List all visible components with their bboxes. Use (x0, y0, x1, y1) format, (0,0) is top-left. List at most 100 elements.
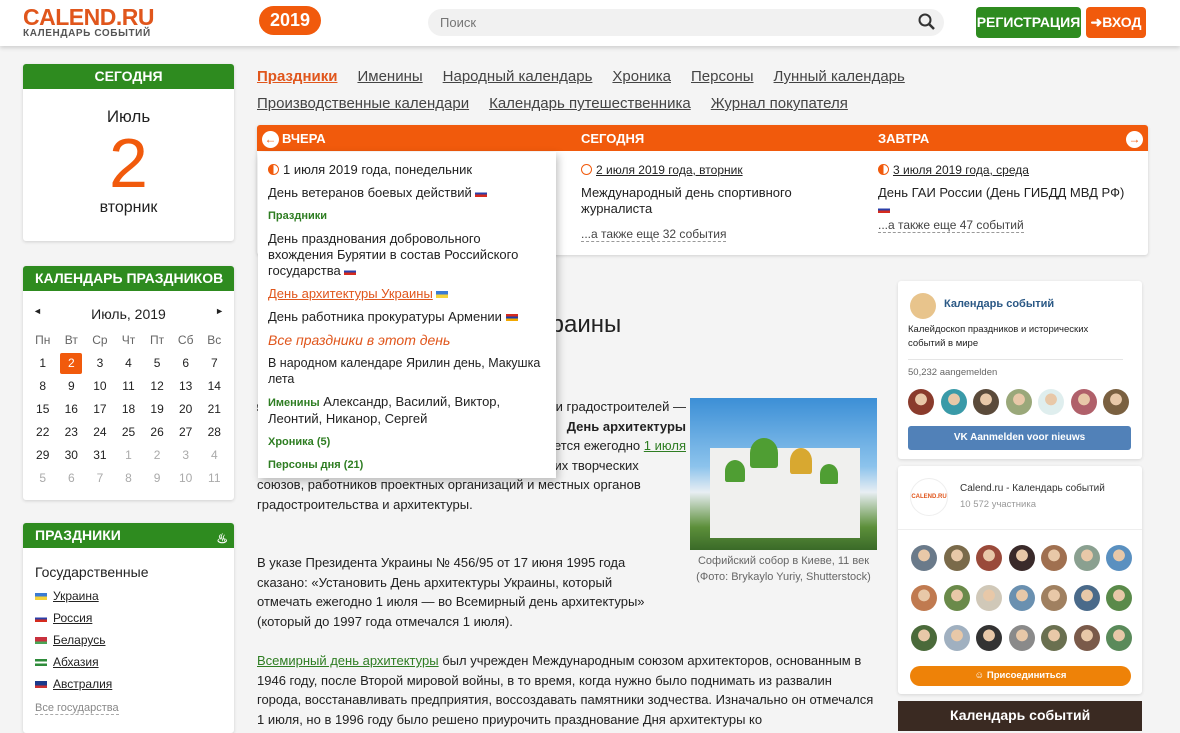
next-month-icon[interactable]: ► (215, 306, 224, 322)
country-item[interactable]: Абхазия (35, 654, 234, 670)
calendar-day[interactable]: 8 (28, 376, 57, 399)
tomorrow-date-link[interactable]: 3 июля 2019 года, среда (893, 163, 1029, 177)
popup-event[interactable]: День ветеранов боевых действий (268, 185, 472, 200)
member-avatar[interactable] (1073, 625, 1100, 651)
popup-chronicle-link[interactable]: Хроника (5) (268, 434, 546, 450)
calendar-day[interactable]: 23 (57, 422, 86, 445)
country-link[interactable]: Австралия (53, 677, 112, 691)
calendar-day[interactable]: 30 (57, 445, 86, 468)
member-avatar[interactable] (940, 389, 967, 415)
calendar-day[interactable]: 13 (171, 376, 200, 399)
country-link[interactable]: Украина (53, 589, 99, 603)
ok-group-logo[interactable]: CALEND.RU (910, 478, 948, 516)
register-button[interactable]: РЕГИСТРАЦИЯ (976, 7, 1081, 38)
popup-names-label[interactable]: Именины (268, 397, 320, 409)
member-avatar[interactable] (1070, 389, 1097, 415)
all-countries-link[interactable]: Все государства (35, 702, 119, 715)
year-button[interactable]: 2019 (259, 6, 321, 35)
country-link[interactable]: Россия (53, 611, 92, 625)
member-avatar[interactable] (1106, 585, 1132, 611)
calendar-day[interactable]: 6 (171, 353, 200, 376)
calendar-day[interactable]: 7 (200, 353, 229, 376)
calendar-day[interactable]: 1 (114, 445, 143, 468)
member-avatar[interactable] (1041, 625, 1067, 651)
calendar-day[interactable]: 26 (143, 422, 172, 445)
member-avatar[interactable] (976, 585, 1002, 611)
member-avatar[interactable] (1008, 585, 1035, 611)
today-event[interactable]: Международный день спортивного журналист… (581, 185, 841, 217)
calendar-day[interactable]: 12 (143, 376, 172, 399)
member-avatar[interactable] (911, 625, 937, 651)
today-more-link[interactable]: ...а также еще 32 события (581, 227, 727, 242)
all-holidays-link[interactable]: Все праздники в этот день (268, 332, 546, 348)
calendar-day[interactable]: 10 (171, 468, 200, 491)
member-avatar[interactable] (1038, 389, 1064, 415)
calendar-day[interactable]: 7 (86, 468, 115, 491)
tab-yesterday[interactable]: ВЧЕРА (282, 131, 326, 146)
prev-month-icon[interactable]: ◄ (33, 306, 42, 322)
nav-chronicle[interactable]: Хроника (612, 68, 671, 85)
member-avatar[interactable] (1041, 585, 1067, 611)
popup-persons-link[interactable]: Персоны дня (21) (268, 457, 546, 473)
calendar-day[interactable]: 4 (114, 353, 143, 376)
calendar-day[interactable]: 19 (143, 399, 172, 422)
nav-production-calendars[interactable]: Производственные календари (257, 95, 469, 112)
member-avatar[interactable] (1008, 625, 1035, 651)
ok-join-button[interactable]: ☺ Присоединиться (910, 666, 1131, 686)
arrow-left-icon[interactable]: ← (262, 131, 279, 148)
calendar-day[interactable]: 18 (114, 399, 143, 422)
calendar-day[interactable]: 27 (171, 422, 200, 445)
nav-folk-calendar[interactable]: Народный календарь (443, 68, 593, 85)
calendar-day[interactable]: 24 (86, 422, 115, 445)
tab-today[interactable]: СЕГОДНЯ (581, 131, 644, 146)
nav-persons[interactable]: Персоны (691, 68, 754, 85)
calendar-day[interactable]: 22 (28, 422, 57, 445)
calendar-day[interactable]: 21 (200, 399, 229, 422)
calendar-day[interactable]: 10 (86, 376, 115, 399)
calendar-day[interactable]: 9 (143, 468, 172, 491)
calendar-day[interactable]: 2 (143, 445, 172, 468)
member-avatar[interactable] (943, 545, 970, 571)
calendar-day[interactable]: 3 (86, 353, 115, 376)
popup-event[interactable]: День работника прокуратуры Армении (268, 309, 502, 324)
member-avatar[interactable] (973, 389, 999, 415)
nav-lunar-calendar[interactable]: Лунный календарь (774, 68, 905, 85)
calendar-day[interactable]: 9 (57, 376, 86, 399)
world-architecture-day-link[interactable]: Всемирный день архитектуры (257, 653, 439, 668)
member-avatar[interactable] (976, 625, 1002, 651)
popup-event-link[interactable]: День архитектуры Украины (268, 286, 433, 301)
vk-group-avatar[interactable] (910, 293, 936, 319)
calendar-day[interactable]: 17 (86, 399, 115, 422)
calendar-day[interactable]: 31 (86, 445, 115, 468)
vk-group-name[interactable]: Календарь событий (944, 298, 1054, 310)
tomorrow-more-link[interactable]: ...а также еще 47 событий (878, 218, 1024, 233)
member-avatar[interactable] (911, 585, 937, 611)
member-avatar[interactable] (1073, 545, 1100, 571)
country-link[interactable]: Абхазия (53, 655, 99, 669)
member-avatar[interactable] (1073, 585, 1100, 611)
member-avatar[interactable] (1106, 625, 1132, 651)
member-avatar[interactable] (943, 625, 970, 651)
tomorrow-event[interactable]: День ГАИ России (День ГИБДД МВД РФ) (878, 185, 1138, 201)
calendar-day[interactable]: 1 (28, 353, 57, 376)
calendar-day[interactable]: 11 (200, 468, 229, 491)
calendar-day[interactable]: 6 (57, 468, 86, 491)
country-link[interactable]: Беларусь (53, 633, 105, 647)
member-avatar[interactable] (976, 545, 1002, 571)
arrow-right-icon[interactable]: → (1126, 131, 1143, 148)
calendar-day[interactable]: 14 (200, 376, 229, 399)
nav-holidays[interactable]: Праздники (257, 68, 337, 85)
member-avatar[interactable] (1103, 389, 1129, 415)
calendar-day[interactable]: 25 (114, 422, 143, 445)
search-input[interactable] (428, 9, 944, 36)
calendar-day[interactable]: 5 (28, 468, 57, 491)
member-avatar[interactable] (1106, 545, 1132, 571)
calendar-day[interactable]: 28 (200, 422, 229, 445)
country-item[interactable]: Украина (35, 588, 234, 604)
country-item[interactable]: Беларусь (35, 632, 234, 648)
member-avatar[interactable] (1008, 545, 1035, 571)
search-icon[interactable] (918, 13, 936, 31)
country-item[interactable]: Россия (35, 610, 234, 626)
today-day[interactable]: 2 (23, 127, 234, 199)
calendar-day[interactable]: 2 (57, 353, 86, 376)
